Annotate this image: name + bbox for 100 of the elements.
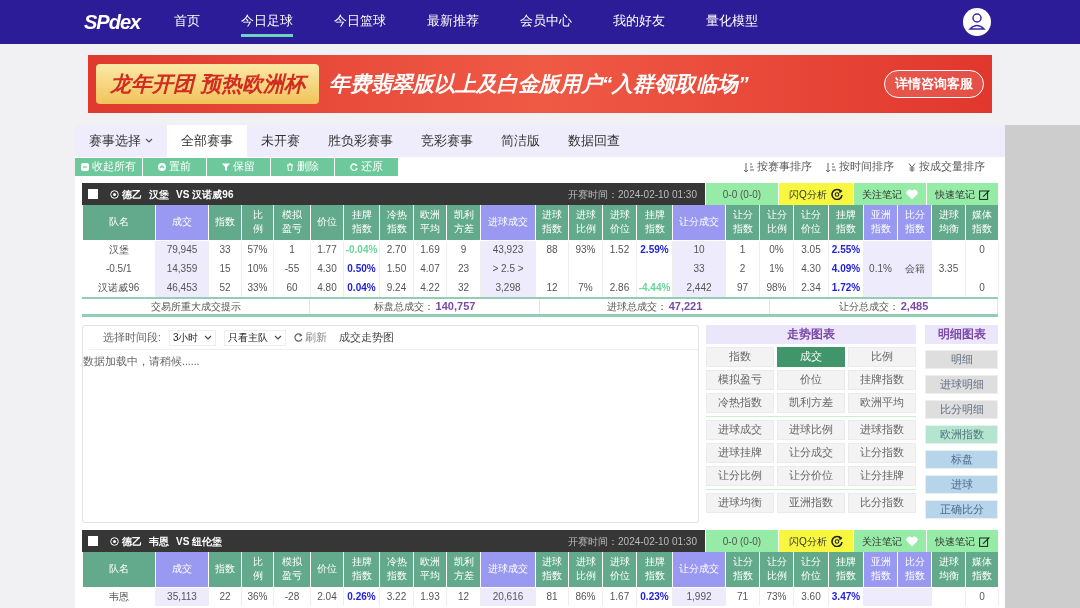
table-cell: -55 — [273, 259, 311, 278]
table-cell: 4.22 — [413, 278, 447, 297]
table-cell: 1.67 — [602, 587, 637, 606]
chart-option[interactable]: 价位 — [777, 370, 846, 390]
tab[interactable]: 简洁版 — [487, 125, 554, 157]
tab[interactable]: 数据回查 — [554, 125, 634, 157]
table-cell: 1.52 — [602, 240, 637, 259]
chart-option[interactable]: 让分成交 — [777, 443, 846, 463]
table-cell: 0 — [965, 240, 999, 259]
checkbox[interactable] — [88, 536, 98, 546]
chart-option[interactable]: 让分价位 — [777, 466, 846, 486]
detail-option[interactable]: 标盘 — [925, 450, 998, 469]
kickoff-time: 开赛时间：2024-02-10 01:30 — [568, 534, 698, 549]
score-label: 0-0 (0-0) — [705, 530, 778, 552]
filter-icon — [222, 163, 230, 171]
column-header: 亚洲指数 — [863, 205, 898, 240]
nav-link[interactable]: 量化模型 — [706, 6, 759, 38]
chart-option[interactable]: 欧洲平均 — [848, 393, 917, 413]
column-header: 成交 — [155, 205, 209, 240]
column-header: 进球指数 — [535, 205, 569, 240]
detail-option[interactable]: 进球明细 — [925, 375, 998, 394]
chart-option[interactable]: 让分比例 — [706, 466, 775, 486]
table-cell: 22 — [208, 587, 242, 606]
column-header: 进球均衡 — [931, 552, 966, 587]
detail-option[interactable]: 比分明细 — [925, 400, 998, 419]
table-cell: 2.59% — [636, 240, 673, 259]
chart-option[interactable]: 成交 — [777, 347, 846, 367]
table-cell: 0.50% — [343, 259, 380, 278]
chart-option[interactable]: 挂牌指数 — [848, 370, 917, 390]
nav-link[interactable]: 我的好友 — [613, 6, 666, 38]
follow-button[interactable]: 关注笔记 — [853, 183, 926, 205]
detail-option[interactable]: 正确比分 — [925, 500, 998, 519]
detail-option[interactable]: 欧洲指数 — [925, 425, 998, 444]
chart-option[interactable]: 冷热指数 — [706, 393, 775, 413]
table-cell: 1.69 — [413, 240, 447, 259]
note-button[interactable]: 快速笔记 — [926, 183, 998, 205]
chart-option[interactable]: 进球成交 — [706, 420, 775, 440]
analysis-button[interactable]: 闪Q分析 — [778, 183, 853, 205]
sort-link[interactable]: 按时间排序 — [826, 159, 894, 175]
table-cell: 3.05 — [793, 240, 829, 259]
chart-option[interactable]: 进球指数 — [848, 420, 917, 440]
table-cell: 12 — [446, 587, 481, 606]
tab[interactable]: 竞彩赛事 — [407, 125, 487, 157]
column-header: 比例 — [241, 205, 274, 240]
target-icon — [110, 536, 119, 546]
refresh-button[interactable]: 刷新 — [294, 329, 328, 346]
banner-button[interactable]: 详情咨询客服 — [884, 70, 984, 98]
chart-option[interactable]: 模拟盈亏 — [706, 370, 775, 390]
table-cell: 81 — [535, 587, 569, 606]
chart-option[interactable]: 进球挂牌 — [706, 443, 775, 463]
table-cell: 36% — [241, 587, 274, 606]
kickoff-time: 开赛时间：2024-02-10 01:30 — [568, 187, 698, 202]
nav-link[interactable]: 今日足球 — [241, 6, 294, 38]
filter-dropdown[interactable]: 赛事选择 — [75, 125, 167, 157]
chart-option[interactable]: 凯利方差 — [777, 393, 846, 413]
table-cell: 4.30 — [793, 259, 829, 278]
chart-option[interactable]: 让分指数 — [848, 443, 917, 463]
chart-option[interactable]: 比分指数 — [848, 493, 917, 513]
table-cell: 14,359 — [155, 259, 209, 278]
table-cell: 73% — [759, 587, 794, 606]
time-range-select[interactable]: 3小时 — [168, 329, 217, 346]
table-cell: 0% — [759, 240, 794, 259]
nav-link[interactable]: 会员中心 — [520, 6, 573, 38]
refresh-icon — [350, 163, 358, 171]
table-cell: 韦恩 — [82, 587, 156, 606]
table-cell: 4.07 — [413, 259, 447, 278]
chart-option[interactable]: 让分挂牌 — [848, 466, 917, 486]
chart-option[interactable]: 进球比例 — [777, 420, 846, 440]
table-cell: 汉诺威96 — [82, 278, 156, 297]
checkbox[interactable] — [88, 189, 98, 199]
table-cell: 33 — [208, 240, 242, 259]
detail-option[interactable]: 进球 — [925, 475, 998, 494]
analysis-button[interactable]: 闪Q分析 — [778, 530, 853, 552]
detail-option[interactable]: 明细 — [925, 350, 998, 369]
column-header: 进球价位 — [602, 552, 637, 587]
nav-link[interactable]: 最新推荐 — [427, 6, 480, 38]
note-button[interactable]: 快速笔记 — [926, 530, 998, 552]
column-header: 亚洲指数 — [863, 552, 898, 587]
table-cell: 4.80 — [310, 278, 344, 297]
tab[interactable]: 全部赛事 — [167, 125, 247, 157]
nav-link[interactable]: 首页 — [174, 6, 201, 38]
sort-link[interactable]: 按成交量排序 — [908, 159, 985, 175]
sort-link[interactable]: 按赛事排序 — [744, 159, 812, 175]
tab[interactable]: 未开赛 — [247, 125, 314, 157]
table-cell: 88 — [535, 240, 569, 259]
caret-icon — [204, 334, 213, 341]
chart-option[interactable]: 指数 — [706, 347, 775, 367]
logo[interactable]: SPdex — [84, 7, 141, 37]
chart-option[interactable]: 进球均衡 — [706, 493, 775, 513]
follow-button[interactable]: 关注笔记 — [853, 530, 926, 552]
table-cell: 12 — [535, 278, 569, 297]
table-cell: 1.72% — [828, 278, 864, 297]
promo-banner[interactable]: 龙年开团 预热欧洲杯 年费翡翠版以上及白金版用户“入群领取临场” 详情咨询客服 — [88, 55, 992, 113]
table-cell: 2.34 — [793, 278, 829, 297]
tab[interactable]: 胜负彩赛事 — [314, 125, 407, 157]
chart-option[interactable]: 亚洲指数 — [777, 493, 846, 513]
team-filter-select[interactable]: 只看主队 — [224, 329, 287, 346]
nav-link[interactable]: 今日篮球 — [334, 6, 387, 38]
chart-option[interactable]: 比例 — [848, 347, 917, 367]
table-cell: 33 — [672, 259, 726, 278]
